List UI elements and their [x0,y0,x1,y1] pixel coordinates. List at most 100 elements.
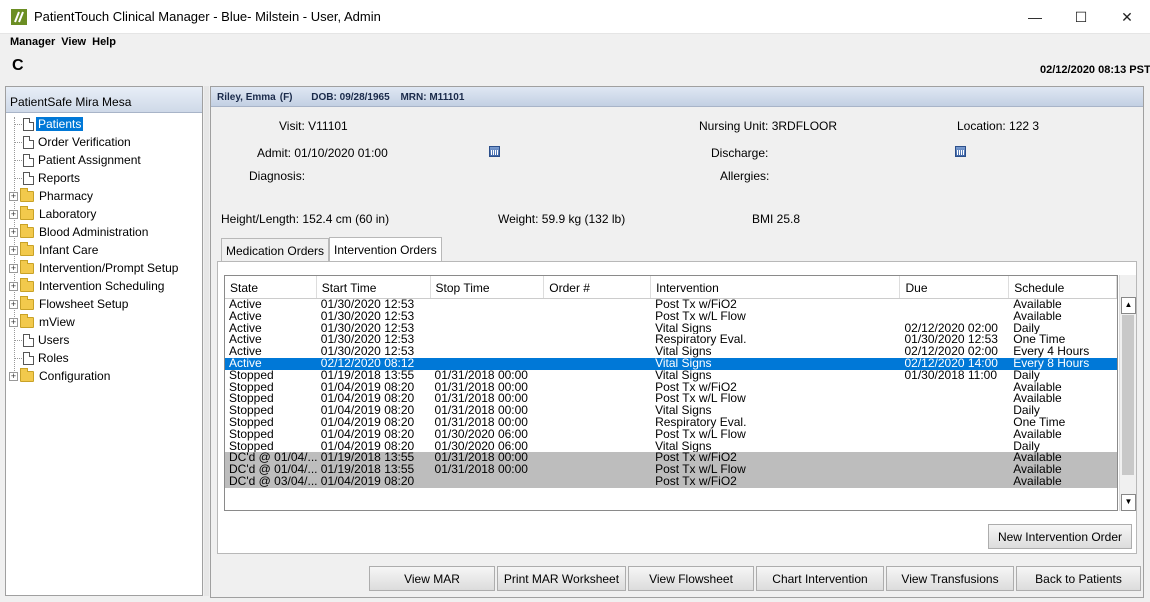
view-mar-button[interactable]: View MAR [369,566,495,591]
table-row[interactable]: Stopped 01/04/2019 08:20 01/31/2018 00:00 R… [225,417,1117,429]
column-header[interactable]: Schedule [1009,276,1117,298]
table-row[interactable]: Stopped 01/04/2019 08:20 01/31/2018 00:00 P… [225,382,1117,394]
table-row[interactable]: Active 02/12/2020 08:12 Vital Signs 02/12/2… [225,357,1117,370]
expand-icon[interactable]: + [9,263,18,273]
table-cell: One Time [1013,416,1066,429]
weight-field: Weight: 59.9 kg (132 lb) [498,212,626,226]
expand-icon[interactable]: + [9,227,18,237]
sidebar-item-pharmacy[interactable]: + Pharmacy [6,187,202,205]
table-cell: 01/31/2018 00:00 [434,416,528,429]
table-cell: Active [229,299,262,311]
table-row[interactable]: Active 01/30/2020 12:53 Respiratory Eval. 0… [225,334,1117,346]
sidebar-item-infant-care[interactable]: + Infant Care [6,241,202,259]
table-cell [901,452,1010,464]
table-cell: 02/12/2020 08:12 [320,357,415,370]
sidebar-item-users[interactable]: Users [6,331,202,349]
sidebar-item-label: Reports [38,171,81,185]
scroll-thumb[interactable] [1122,315,1134,475]
close-button[interactable]: ✕ [1104,0,1150,34]
refresh-icon[interactable]: C [12,57,24,75]
sidebar-item-patients[interactable]: Patients [6,115,202,133]
tab-medication-orders[interactable]: Medication Orders [221,238,330,261]
expand-icon[interactable]: + [9,299,18,309]
panel-splitter[interactable] [204,86,209,596]
table-row[interactable]: DC'd @ 03/04/... 01/04/2019 08:20 Post Tx … [225,475,1117,488]
table-row[interactable]: Stopped 01/04/2019 08:20 01/31/2018 00:00 P… [225,393,1117,405]
sidebar-item-label: Roles [38,351,69,365]
intervention-orders-table[interactable]: State Start Time Stop Time Order # Intervent… [224,275,1118,511]
table-row[interactable]: Stopped 01/04/2019 08:20 01/30/2020 06:00 P… [225,429,1117,441]
sidebar-item-order-verification[interactable]: Order Verification [6,133,202,151]
expand-icon[interactable]: + [9,317,18,327]
column-header[interactable]: State [225,276,317,298]
column-header[interactable]: Start Time [317,276,431,298]
table-cell [544,334,651,346]
sidebar-item-intervention-scheduling[interactable]: + Intervention Scheduling [6,277,202,295]
admit-calendar-icon[interactable] [489,146,500,157]
table-row[interactable]: Stopped 01/04/2019 08:20 01/30/2020 06:00 V… [225,441,1117,453]
maximize-button[interactable]: ☐ [1058,0,1104,34]
table-row[interactable]: Stopped 01/04/2019 08:20 01/31/2018 00:00 V… [225,405,1117,417]
intervention-orders-panel: State Start Time Stop Time Order # Intervent… [217,261,1137,554]
discharge-field: Discharge: [711,146,769,160]
table-header: State Start Time Stop Time Order # Intervent… [225,276,1117,299]
table-cell: Post Tx w/L Flow [655,393,746,406]
table-row[interactable]: DC'd @ 01/04/... 01/19/2018 13:55 01/31/20… [225,452,1117,465]
table-row[interactable]: DC'd @ 01/04/... 01/19/2018 13:55 01/31/20… [225,464,1117,476]
sidebar-item-blood-administration[interactable]: + Blood Administration [6,223,202,241]
print-mar-worksheet-button[interactable]: Print MAR Worksheet [497,566,626,591]
table-row[interactable]: Active 01/30/2020 12:53 Post Tx w/L Flow Av… [225,311,1117,323]
tree-connector [14,340,22,341]
tree-connector [14,160,22,161]
back-to-patients-button[interactable]: Back to Patients [1016,566,1141,591]
scroll-down-icon[interactable]: ▼ [1121,494,1136,511]
table-cell: 01/30/2020 12:53 [904,334,998,347]
chart-intervention-button[interactable]: Chart Intervention [756,566,884,591]
table-cell: Vital Signs [655,369,712,382]
table-row[interactable]: Stopped 01/19/2018 13:55 01/31/2018 00:00 V… [225,370,1117,382]
document-icon [23,135,34,149]
sidebar-item-intervention-prompt-setup[interactable]: + Intervention/Prompt Setup [6,259,202,277]
discharge-calendar-icon[interactable] [955,146,966,157]
expand-icon[interactable]: + [9,371,18,381]
scroll-up-icon[interactable]: ▲ [1121,297,1136,314]
menu-view[interactable]: View [61,36,92,52]
sidebar-item-flowsheet-setup[interactable]: + Flowsheet Setup [6,295,202,313]
menu-help[interactable]: Help [92,36,122,52]
expand-icon[interactable]: + [9,191,18,201]
table-row[interactable]: Active 01/30/2020 12:53 Post Tx w/FiO2 Avai… [225,299,1117,311]
view-transfusions-button[interactable]: View Transfusions [886,566,1014,591]
menu-manager[interactable]: Manager [0,36,61,52]
sidebar-item-roles[interactable]: Roles [6,349,202,367]
sidebar-item-label: Intervention/Prompt Setup [39,261,179,275]
column-header[interactable]: Stop Time [431,276,545,298]
column-header[interactable]: Intervention [651,276,901,298]
expand-icon[interactable]: + [9,245,18,255]
sidebar-item-reports[interactable]: Reports [6,169,202,187]
sidebar-item-laboratory[interactable]: + Laboratory [6,205,202,223]
table-cell: 01/30/2020 12:53 [320,299,415,311]
sidebar-item-label: Order Verification [38,135,131,149]
new-intervention-order-button[interactable]: New Intervention Order [988,524,1132,549]
folder-icon [20,187,34,202]
expand-icon[interactable]: + [9,209,18,219]
column-header[interactable]: Order # [544,276,652,298]
table-scrollbar[interactable]: ▲ ▼ [1119,275,1136,511]
table-cell: 01/31/2018 00:00 [434,464,528,476]
sidebar-item-mview[interactable]: + mView [6,313,202,331]
column-header[interactable]: Due [900,276,1010,298]
sidebar-item-patient-assignment[interactable]: Patient Assignment [6,151,202,169]
view-flowsheet-button[interactable]: View Flowsheet [628,566,754,591]
tab-intervention-orders[interactable]: Intervention Orders [329,237,442,261]
table-row[interactable]: Active 01/30/2020 12:53 Vital Signs 02/12/2… [225,346,1117,358]
table-cell [544,311,651,323]
sidebar-item-configuration[interactable]: + Configuration [6,367,202,385]
document-icon [23,153,34,167]
table-cell [544,382,651,394]
table-cell [431,476,545,488]
minimize-button[interactable]: — [1012,0,1058,34]
expand-icon[interactable]: + [9,281,18,291]
nursing-unit-field: Nursing Unit: 3RDFLOOR [699,119,838,133]
table-cell: 01/31/2018 00:00 [434,452,528,465]
table-row[interactable]: Active 01/30/2020 12:53 Vital Signs 02/12/2… [225,323,1117,335]
